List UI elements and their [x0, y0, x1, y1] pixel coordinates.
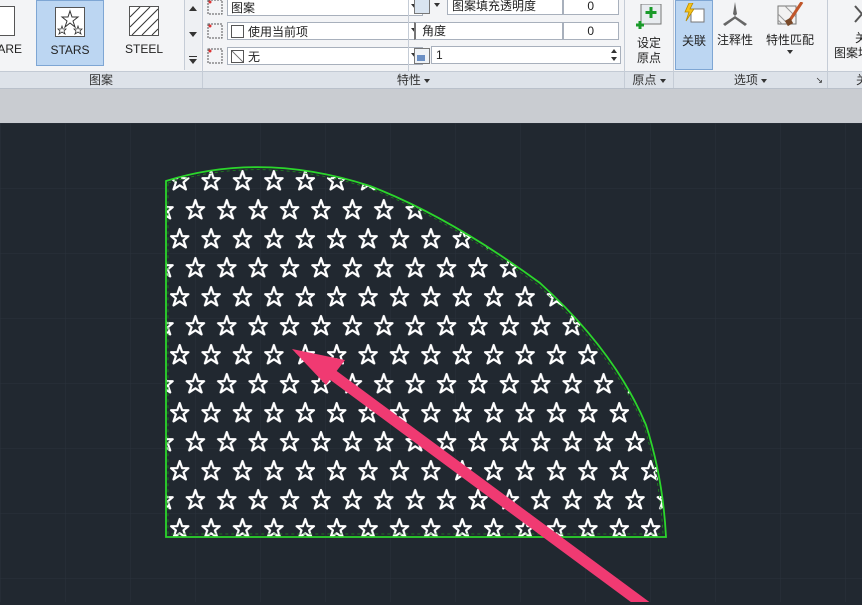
- gallery-expand-icon[interactable]: [189, 56, 197, 57]
- origin-panel-title[interactable]: 原点: [625, 71, 673, 88]
- match-properties-icon: [776, 1, 804, 30]
- panel-expand-icon: [761, 78, 768, 83]
- background-color-select[interactable]: 无: [227, 47, 423, 65]
- angle-label: 角度: [414, 22, 563, 40]
- close-panel-title-text: 关: [856, 73, 862, 87]
- gallery-expand-arrow-icon: [189, 59, 197, 64]
- pattern-panel-title-text: 图案: [88, 73, 113, 87]
- transparency-value: 0: [587, 0, 594, 13]
- associative-label: 关联: [681, 34, 706, 48]
- close-label-2: 图案填: [834, 46, 862, 60]
- gallery-scroll[interactable]: [184, 0, 201, 70]
- background-color-row: 无: [207, 46, 423, 66]
- annotative-icon: [722, 2, 748, 28]
- ribbon-bottom-band: [0, 89, 862, 123]
- properties-panel-title-text: 特性: [396, 73, 421, 87]
- transparency-mode-icon[interactable]: [414, 0, 430, 14]
- match-properties-dropdown-icon[interactable]: [787, 50, 793, 54]
- pattern-swatch-label: STEEL: [124, 42, 163, 56]
- options-dialog-launcher-icon[interactable]: ↘: [815, 76, 823, 85]
- transparency-dropdown-icon[interactable]: [434, 3, 440, 7]
- match-properties-label: 特性匹配: [765, 33, 814, 47]
- scale-icon: [414, 48, 430, 64]
- pattern-swatch-square[interactable]: ARE: [0, 0, 34, 66]
- angle-label-text: 角度: [422, 24, 447, 38]
- set-origin-icon: [636, 3, 662, 30]
- annotative-toggle[interactable]: 注释性: [713, 0, 757, 70]
- angle-value: 0: [587, 24, 594, 38]
- transparency-label: 图案填充透明度: [447, 0, 563, 15]
- hatch-color-icon: [207, 23, 223, 39]
- gallery-down-icon[interactable]: [189, 32, 197, 37]
- scale-spinner-up-icon[interactable]: [611, 49, 617, 53]
- ribbon: ARE STARS STEEL 图案 使用当前项 无 图案填充透明度 0 角度 …: [0, 0, 862, 89]
- gallery-up-icon[interactable]: [189, 6, 197, 11]
- panel-expand-icon: [424, 78, 431, 83]
- pattern-swatch-label: ARE: [0, 42, 22, 56]
- scale-value: 1: [436, 48, 443, 62]
- transparency-label-text: 图案填充透明度: [452, 0, 537, 13]
- close-icon: [853, 2, 862, 28]
- drawing-canvas[interactable]: [0, 123, 862, 605]
- pattern-type-select[interactable]: 图案: [227, 0, 423, 16]
- background-color-icon: [207, 48, 223, 64]
- match-properties-button[interactable]: 特性匹配: [760, 0, 820, 70]
- drawing-svg: [0, 123, 862, 605]
- pattern-type-value: 图案: [231, 0, 256, 15]
- pattern-panel-title[interactable]: 图案: [0, 71, 202, 88]
- hatch-color-row: 使用当前项: [207, 21, 423, 41]
- set-origin-label-2: 原点: [636, 51, 661, 65]
- pattern-type-row: 图案: [207, 0, 423, 17]
- close-panel-title[interactable]: 关: [828, 71, 862, 88]
- no-color-icon: [231, 49, 244, 63]
- associative-toggle[interactable]: 关联: [675, 0, 713, 70]
- close-label-1: 关: [855, 31, 862, 45]
- angle-input[interactable]: 0: [563, 22, 619, 40]
- options-panel-title-text: 选项: [733, 73, 758, 87]
- scale-spinner-down-icon[interactable]: [611, 57, 617, 61]
- transparency-input[interactable]: 0: [563, 0, 619, 15]
- set-origin-label-1: 设定: [636, 36, 661, 50]
- background-color-value: 无: [248, 49, 261, 64]
- hatch-color-select[interactable]: 使用当前项: [227, 22, 423, 40]
- pattern-swatch-stars[interactable]: STARS: [36, 0, 104, 66]
- options-panel-title[interactable]: 选项 ↘: [674, 71, 827, 88]
- annotative-label: 注释性: [716, 33, 753, 47]
- origin-panel-title-text: 原点: [632, 73, 657, 87]
- close-hatch-button[interactable]: 关 图案填: [829, 0, 862, 70]
- stars-pattern-icon: [55, 7, 85, 37]
- hatch-color-value: 使用当前项: [248, 24, 309, 39]
- associative-icon: [683, 2, 705, 25]
- properties-panel-title[interactable]: 特性: [203, 71, 624, 88]
- set-origin-button[interactable]: 设定 原点: [627, 0, 671, 70]
- panel-expand-icon: [659, 78, 666, 83]
- scale-input[interactable]: 1: [431, 46, 621, 64]
- square-pattern-icon: [0, 6, 15, 36]
- color-swatch-icon: [231, 24, 244, 38]
- pattern-swatch-label: STARS: [50, 43, 90, 57]
- pattern-swatch-steel[interactable]: STEEL: [110, 0, 178, 66]
- hatch-type-icon: [207, 0, 223, 15]
- steel-pattern-icon: [129, 6, 159, 36]
